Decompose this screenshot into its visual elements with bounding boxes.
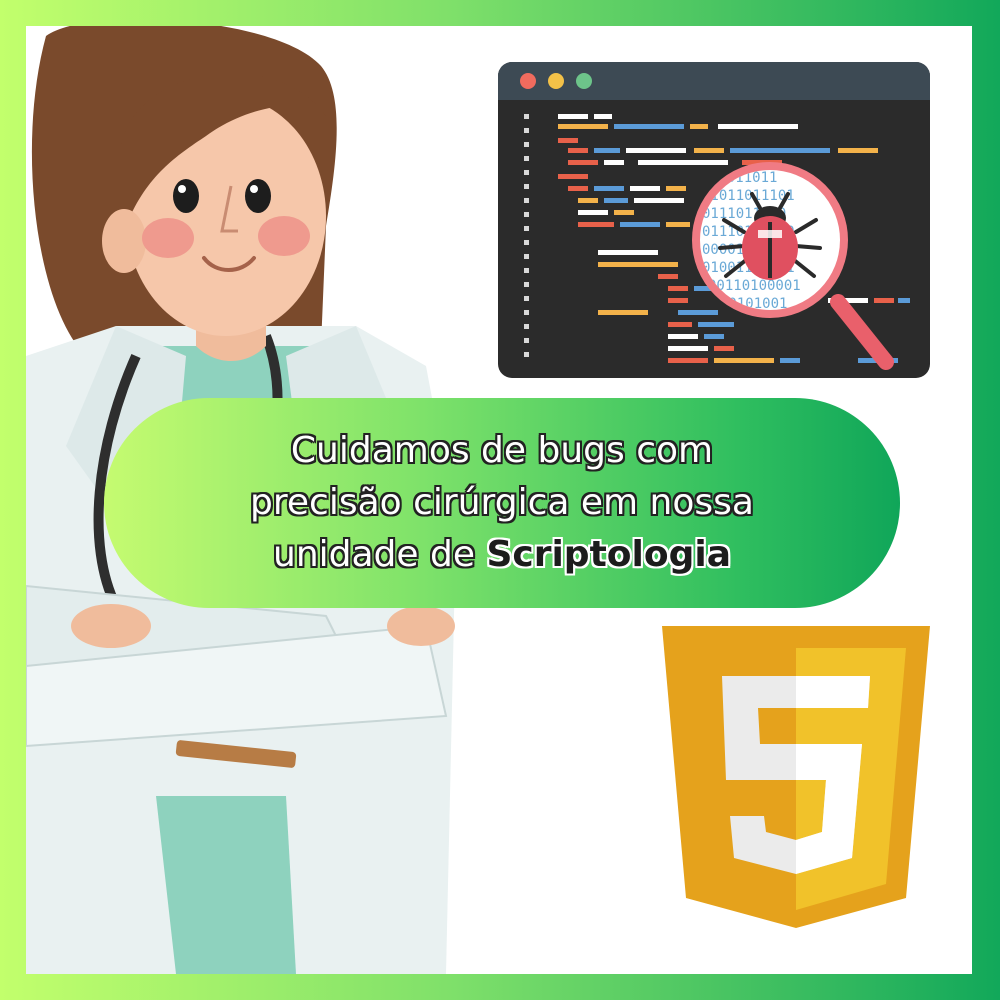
gradient-frame: 00011011 01011011101 0111011010 01110111… [0,0,1000,1000]
code-editor-window: 00011011 01011011101 0111011010 01110111… [498,62,930,378]
headline-line-3: unidade de Scriptologia [273,529,731,581]
headline-banner: Cuidamos de bugs com precisão cirúrgica … [104,398,900,608]
maximize-dot-icon [576,73,592,89]
headline-line-3-prefix: unidade de [273,534,487,575]
scriptologia-highlight: Scriptologia [486,534,731,575]
illustration-canvas: 00011011 01011011101 0111011010 01110111… [26,26,972,974]
headline-line-2: precisão cirúrgica em nossa [250,482,754,523]
javascript-shield-icon [662,626,930,928]
minimize-dot-icon [548,73,564,89]
close-dot-icon [520,73,536,89]
headline-line-1: Cuidamos de bugs com [290,430,714,471]
